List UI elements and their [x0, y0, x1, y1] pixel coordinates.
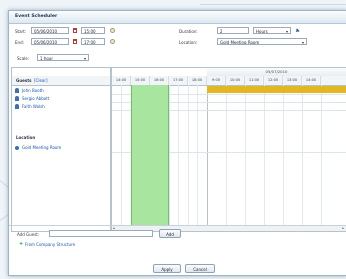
- grid-line: [321, 85, 322, 231]
- grid-line: [188, 85, 189, 231]
- duration-input[interactable]: 2: [217, 27, 249, 34]
- scale-select[interactable]: 1 hour ▾: [37, 54, 89, 61]
- end-date-field[interactable]: 05/06/2010: [31, 38, 69, 45]
- plus-icon: +: [19, 241, 24, 247]
- time-slot: 17:00: [169, 76, 188, 85]
- list-item[interactable]: Faith Walsh: [15, 104, 109, 111]
- chevron-down-icon: ▾: [83, 56, 86, 61]
- clock-icon[interactable]: [110, 28, 115, 33]
- grid-line: [283, 85, 284, 231]
- add-guest-button[interactable]: Add: [159, 229, 181, 238]
- chevron-down-icon: ▾: [301, 40, 304, 45]
- busy-block[interactable]: [207, 86, 346, 93]
- footer-divider: [9, 225, 346, 226]
- grid-line: [169, 85, 170, 231]
- calendar-icon[interactable]: [73, 28, 77, 33]
- list-item[interactable]: John Booth: [15, 88, 109, 95]
- background-line: [200, 4, 346, 5]
- end-label: End:: [15, 40, 24, 45]
- dialog-title: Event Scheduler: [15, 14, 58, 19]
- clock-icon[interactable]: [110, 39, 115, 44]
- guests-header: Guests: [16, 78, 32, 83]
- attendee-list: Guests [Clear] John Booth Sergio Abbott …: [11, 67, 111, 232]
- location-select[interactable]: Gold Meeting Room ▾: [217, 38, 307, 45]
- grid-line: [226, 85, 227, 231]
- time-slot: 11:00: [245, 76, 264, 85]
- room-icon: [15, 146, 19, 150]
- list-item[interactable]: Gold Meeting Room: [15, 145, 109, 152]
- dialog-titlebar: Event Scheduler: [9, 11, 346, 24]
- user-icon: [15, 96, 19, 101]
- user-icon: [15, 88, 19, 93]
- add-guest-input[interactable]: [49, 230, 153, 237]
- start-date-field[interactable]: 05/06/2010: [31, 27, 69, 34]
- location-select-value: Gold Meeting Room: [220, 40, 260, 45]
- time-slot: 12:00: [264, 76, 283, 85]
- time-slot: 16:00: [150, 76, 169, 85]
- grid-line: [302, 85, 303, 231]
- time-slot: 9:00: [207, 76, 226, 85]
- duration-unit-value: Hours: [256, 29, 268, 34]
- clear-guests-link[interactable]: [Clear]: [34, 78, 48, 83]
- end-time-field[interactable]: 17:00: [81, 38, 105, 45]
- location-label: Location:: [179, 40, 198, 45]
- timeline-grid: 05/07/2010 14:00 15:00 16:00 17:00 18:00…: [111, 67, 346, 232]
- time-slot: 10:00: [226, 76, 245, 85]
- time-slot: 14:00: [302, 76, 321, 85]
- event-scheduler-dialog: Event Scheduler Start: 05/06/2010 15:00 …: [8, 10, 346, 276]
- time-slot: 18:00: [188, 76, 207, 85]
- time-slot: 14:00: [112, 76, 131, 85]
- grid-line: [264, 85, 265, 231]
- scale-label: Scale:: [17, 56, 30, 61]
- duration-unit-select[interactable]: Hours ▾: [253, 27, 291, 34]
- add-guest-label: Add Guest:: [17, 232, 40, 237]
- apply-button[interactable]: Apply: [153, 264, 181, 273]
- chevron-down-icon: ▾: [285, 29, 288, 34]
- grid-line: [178, 85, 179, 231]
- grid-line: [197, 85, 198, 231]
- cancel-button[interactable]: Cancel: [185, 264, 215, 273]
- guest-name[interactable]: Sergio Abbott: [22, 96, 49, 101]
- grid-line: [121, 85, 122, 231]
- from-company-structure-link[interactable]: From Company Structure: [25, 242, 75, 247]
- time-slot: 13:00: [283, 76, 302, 85]
- chevron-right-icon[interactable]: ▸: [342, 226, 344, 230]
- time-slot: 15:00: [131, 76, 150, 85]
- scale-select-value: 1 hour: [40, 56, 53, 61]
- pin-icon[interactable]: [295, 28, 300, 33]
- list-item[interactable]: Sergio Abbott: [15, 96, 109, 103]
- start-label: Start:: [15, 29, 27, 34]
- grid-line: [245, 85, 246, 231]
- calendar-icon[interactable]: [73, 39, 77, 44]
- start-time-field[interactable]: 15:00: [81, 27, 105, 34]
- user-icon: [15, 104, 19, 109]
- guest-name[interactable]: Faith Walsh: [22, 104, 45, 109]
- location-section-header: Location: [16, 135, 36, 140]
- guest-name[interactable]: John Booth: [22, 88, 44, 93]
- day-divider: [207, 85, 208, 231]
- selected-time-range[interactable]: [131, 85, 169, 231]
- location-name[interactable]: Gold Meeting Room: [22, 145, 61, 150]
- duration-label: Duration:: [179, 29, 198, 34]
